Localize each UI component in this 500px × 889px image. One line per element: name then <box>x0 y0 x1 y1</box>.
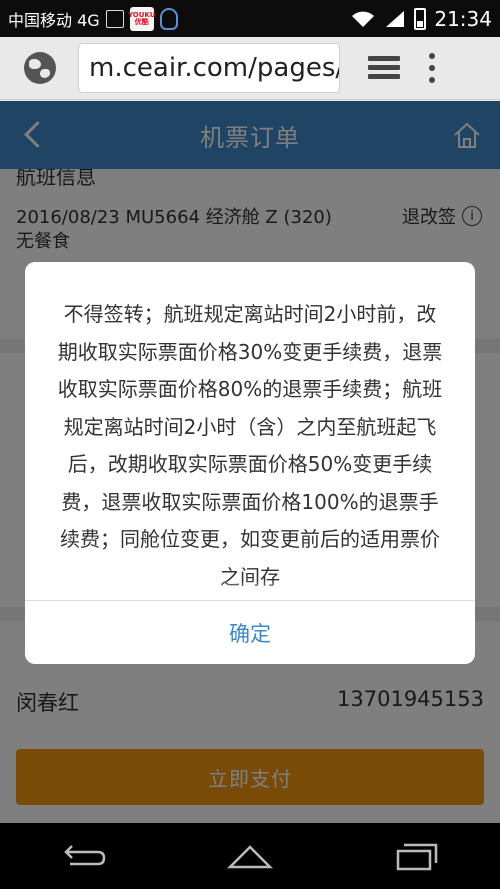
clock: 21:34 <box>434 6 492 31</box>
dialog-fade <box>25 580 475 600</box>
home-nav-icon[interactable] <box>225 839 275 873</box>
url-field[interactable]: m.ceair.com/pages/c <box>78 43 340 93</box>
screen: 中国移动 4G YOUKU 优酷 4G 21:34 m.ceair.com/pa… <box>0 0 500 889</box>
youku-app-icon: YOUKU 优酷 <box>128 6 155 31</box>
signal-icon <box>386 10 405 27</box>
battery-icon <box>414 7 427 30</box>
qq-icon <box>159 7 178 30</box>
dialog-text: 不得签转；航班规定离站时间2小时前，改期收取实际票面价格30%变更手续费，退票收… <box>57 302 443 589</box>
status-left: 中国移动 4G YOUKU 优酷 <box>8 6 178 31</box>
browser-toolbar: m.ceair.com/pages/c <box>0 37 500 100</box>
tabs-icon[interactable] <box>368 53 404 83</box>
confirm-button[interactable]: 确定 <box>25 601 475 664</box>
overflow-menu-icon[interactable] <box>428 53 436 83</box>
globe-icon[interactable] <box>24 52 56 84</box>
wifi-icon <box>352 11 375 27</box>
carrier-label: 中国移动 4G <box>8 10 100 30</box>
recent-apps-icon[interactable] <box>392 839 442 873</box>
system-nav-bar <box>0 823 500 889</box>
back-nav-icon[interactable] <box>58 839 108 873</box>
dialog-body[interactable]: 不得签转；航班规定离站时间2小时前，改期收取实际票面价格30%变更手续费，退票收… <box>25 262 475 600</box>
rules-dialog: 不得签转；航班规定离站时间2小时前，改期收取实际票面价格30%变更手续费，退票收… <box>25 262 475 664</box>
sim-alert-icon <box>105 9 124 28</box>
status-bar: 中国移动 4G YOUKU 优酷 4G 21:34 <box>0 0 500 37</box>
status-right: 4G 21:34 <box>350 7 492 31</box>
